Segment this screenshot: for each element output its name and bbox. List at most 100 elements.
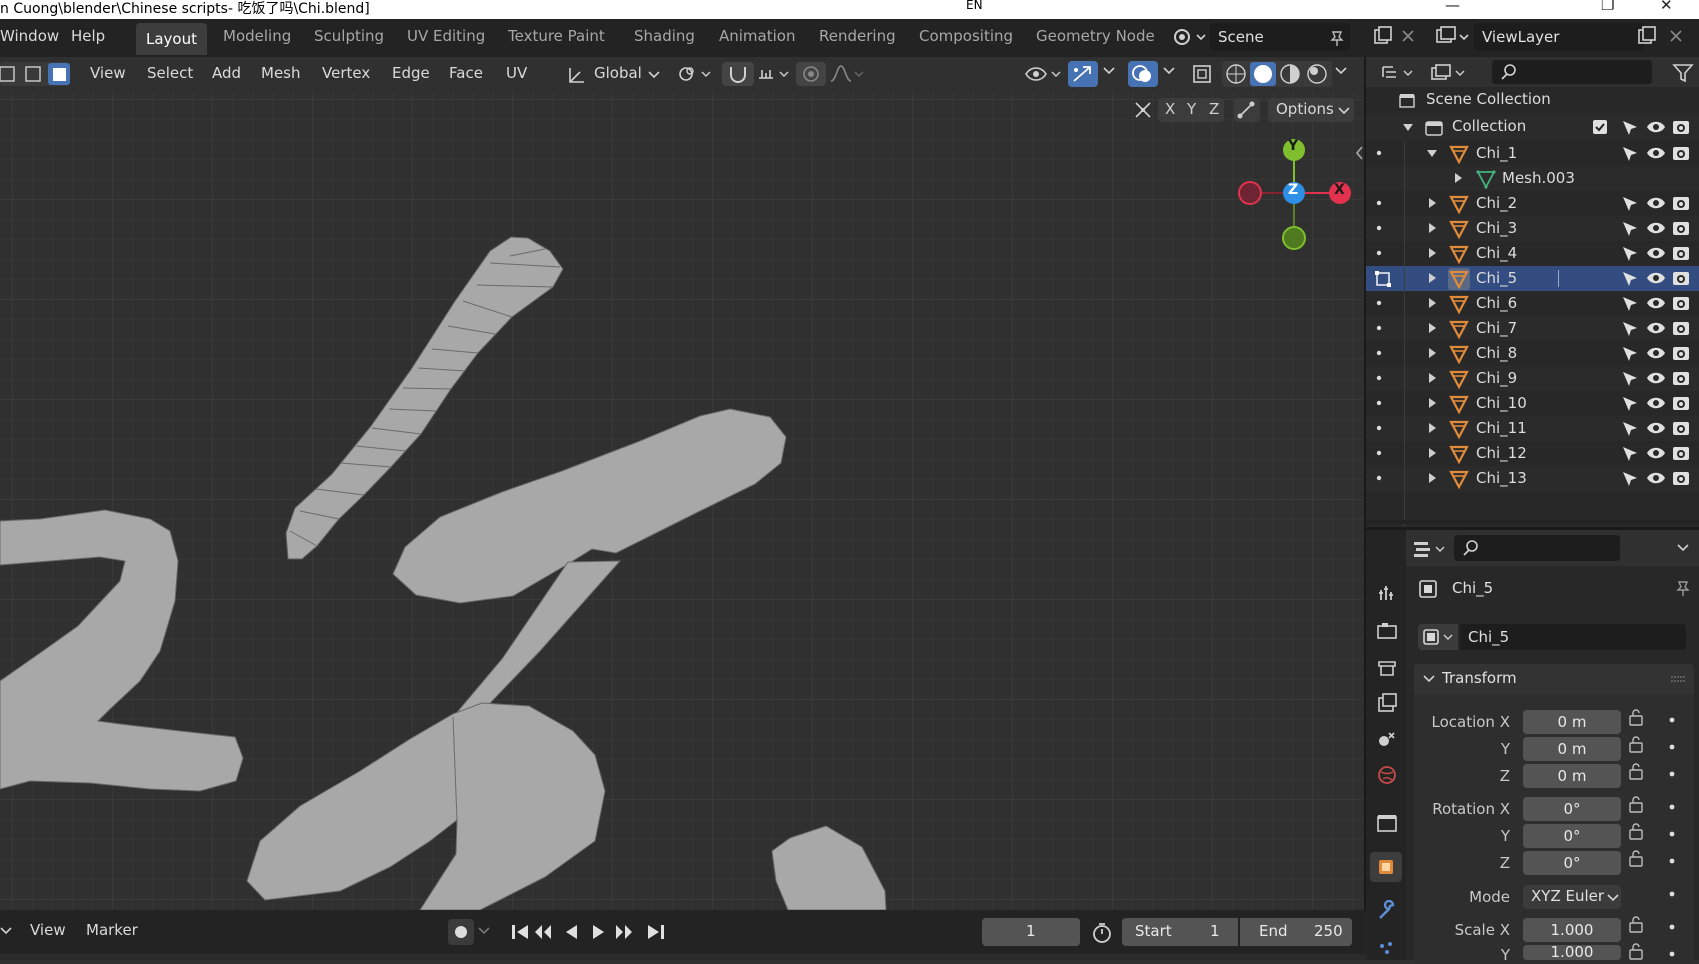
location-x-field[interactable]: 0 m [1523,710,1621,734]
expand-right-icon[interactable] [1428,397,1438,409]
scale-x-field[interactable]: 1.000 [1523,918,1621,942]
tab-uv-editing[interactable]: UV Editing [407,27,485,45]
pin-icon[interactable] [1674,579,1692,597]
outliner-search-input[interactable] [1492,60,1652,84]
tab-sculpting[interactable]: Sculpting [314,27,384,45]
proportional-edit-toggle[interactable] [796,62,826,86]
outliner-row-chi-12[interactable]: Chi_12 [1366,441,1699,466]
3d-viewport[interactable]: Y Z X X Y Z Options [0,91,1364,910]
selectable-icon[interactable] [1620,469,1640,489]
world-tab-icon[interactable] [1376,764,1398,786]
menu-window[interactable]: Window [0,27,59,45]
location-z-field[interactable]: 0 m [1523,764,1621,788]
lock-icon[interactable] [1629,709,1675,726]
keyframe-dot-icon[interactable] [1669,891,1675,897]
options-dropdown[interactable]: Options [1268,98,1354,122]
camera-icon[interactable] [1672,444,1690,462]
expand-down-icon[interactable] [1402,123,1414,133]
end-frame-field[interactable]: End 250 [1240,918,1352,946]
view-layer-tab-icon[interactable] [1376,692,1398,714]
eye-icon[interactable] [1646,395,1666,411]
timeline-menu-view[interactable]: View [30,921,66,939]
expand-right-icon[interactable] [1428,197,1438,209]
gizmo-dropdown-icon[interactable] [1102,66,1116,78]
expand-right-icon[interactable] [1428,272,1438,284]
timeline-ruler[interactable] [0,954,1366,960]
menu-mesh[interactable]: Mesh [261,64,301,82]
expand-right-icon[interactable] [1428,472,1438,484]
tab-rendering[interactable]: Rendering [819,27,896,45]
rotation-x-field[interactable]: 0° [1523,797,1621,821]
outliner-row-chi-9[interactable]: Chi_9 [1366,366,1699,391]
object-mode-dot-icon[interactable] [1376,200,1382,206]
view-layer-field[interactable]: ViewLayer [1474,23,1644,51]
selectable-icon[interactable] [1620,118,1640,138]
xray-icon[interactable] [1190,62,1216,86]
lock-icon[interactable] [1629,943,1675,960]
modifier-tab-icon[interactable] [1376,900,1398,922]
filter-popover-icon[interactable] [1428,62,1472,84]
camera-icon[interactable] [1672,144,1690,162]
outliner-row-chi-4[interactable]: Chi_4 [1366,241,1699,266]
selectable-icon[interactable] [1620,319,1640,339]
viewport-canvas[interactable] [0,91,1364,910]
expand-right-icon[interactable] [1428,372,1438,384]
mirror-x-toggle[interactable]: X [1165,100,1175,118]
object-mode-dot-icon[interactable] [1376,150,1382,156]
object-mode-dot-icon[interactable] [1376,225,1382,231]
close-button[interactable]: ✕ [1660,0,1673,14]
outliner-row-chi-7[interactable]: Chi_7 [1366,316,1699,341]
drag-handle-icon[interactable] [1670,674,1686,684]
snap-target-icon[interactable] [756,63,796,85]
selectable-icon[interactable] [1620,369,1640,389]
camera-icon[interactable] [1672,294,1690,312]
shading-dropdown-icon[interactable] [1334,66,1348,78]
eye-icon[interactable] [1646,445,1666,461]
expand-right-icon[interactable] [1428,422,1438,434]
display-mode-icon[interactable] [1380,63,1420,83]
outliner-row-chi-11[interactable]: Chi_11 [1366,416,1699,441]
edit-mode-icon[interactable] [1374,270,1392,288]
filter-icon[interactable] [1672,62,1694,84]
menu-face[interactable]: Face [449,64,483,82]
eye-icon[interactable] [1646,320,1666,336]
minimize-button[interactable]: — [1445,0,1460,14]
camera-icon[interactable] [1672,269,1690,287]
eye-icon[interactable] [1646,195,1666,211]
scale-y-field[interactable]: 1.000 [1523,945,1621,960]
rotation-z-field[interactable]: 0° [1523,851,1621,875]
scene-tab-icon[interactable] [1376,728,1398,750]
expand-right-icon[interactable] [1428,247,1438,259]
expand-right-icon[interactable] [1428,222,1438,234]
menu-edge[interactable]: Edge [392,64,430,82]
selectable-icon[interactable] [1620,269,1640,289]
eye-icon[interactable] [1646,420,1666,436]
expand-down-icon[interactable] [1426,149,1438,159]
playback-controls[interactable] [508,919,668,945]
menu-add[interactable]: Add [212,64,241,82]
lock-icon[interactable] [1629,736,1675,753]
object-mode-dot-icon[interactable] [1376,475,1382,481]
camera-icon[interactable] [1672,469,1690,487]
outliner-row-chi-10[interactable]: Chi_10 [1366,391,1699,416]
object-mode-dot-icon[interactable] [1376,325,1382,331]
object-mode-dot-icon[interactable] [1376,375,1382,381]
selectable-icon[interactable] [1620,294,1640,314]
outliner-row-chi-1[interactable]: Chi_1 [1366,141,1699,166]
expand-right-icon[interactable] [1428,447,1438,459]
view-layer-browse-button[interactable] [1432,24,1472,50]
menu-vertex[interactable]: Vertex [322,64,370,82]
object-mode-dot-icon[interactable] [1376,400,1382,406]
eye-icon[interactable] [1646,470,1666,486]
tab-texture-paint[interactable]: Texture Paint [508,27,605,45]
stopwatch-icon[interactable] [1090,921,1114,945]
menu-help[interactable]: Help [71,27,105,45]
eye-icon[interactable] [1646,270,1666,286]
eye-icon[interactable] [1646,370,1666,386]
particles-tab-icon[interactable] [1376,938,1398,960]
restore-button[interactable]: ❐ [1601,0,1614,14]
snap-toggle[interactable] [722,62,754,86]
camera-icon[interactable] [1672,194,1690,212]
properties-search-input[interactable] [1454,535,1620,561]
tab-animation[interactable]: Animation [719,27,795,45]
